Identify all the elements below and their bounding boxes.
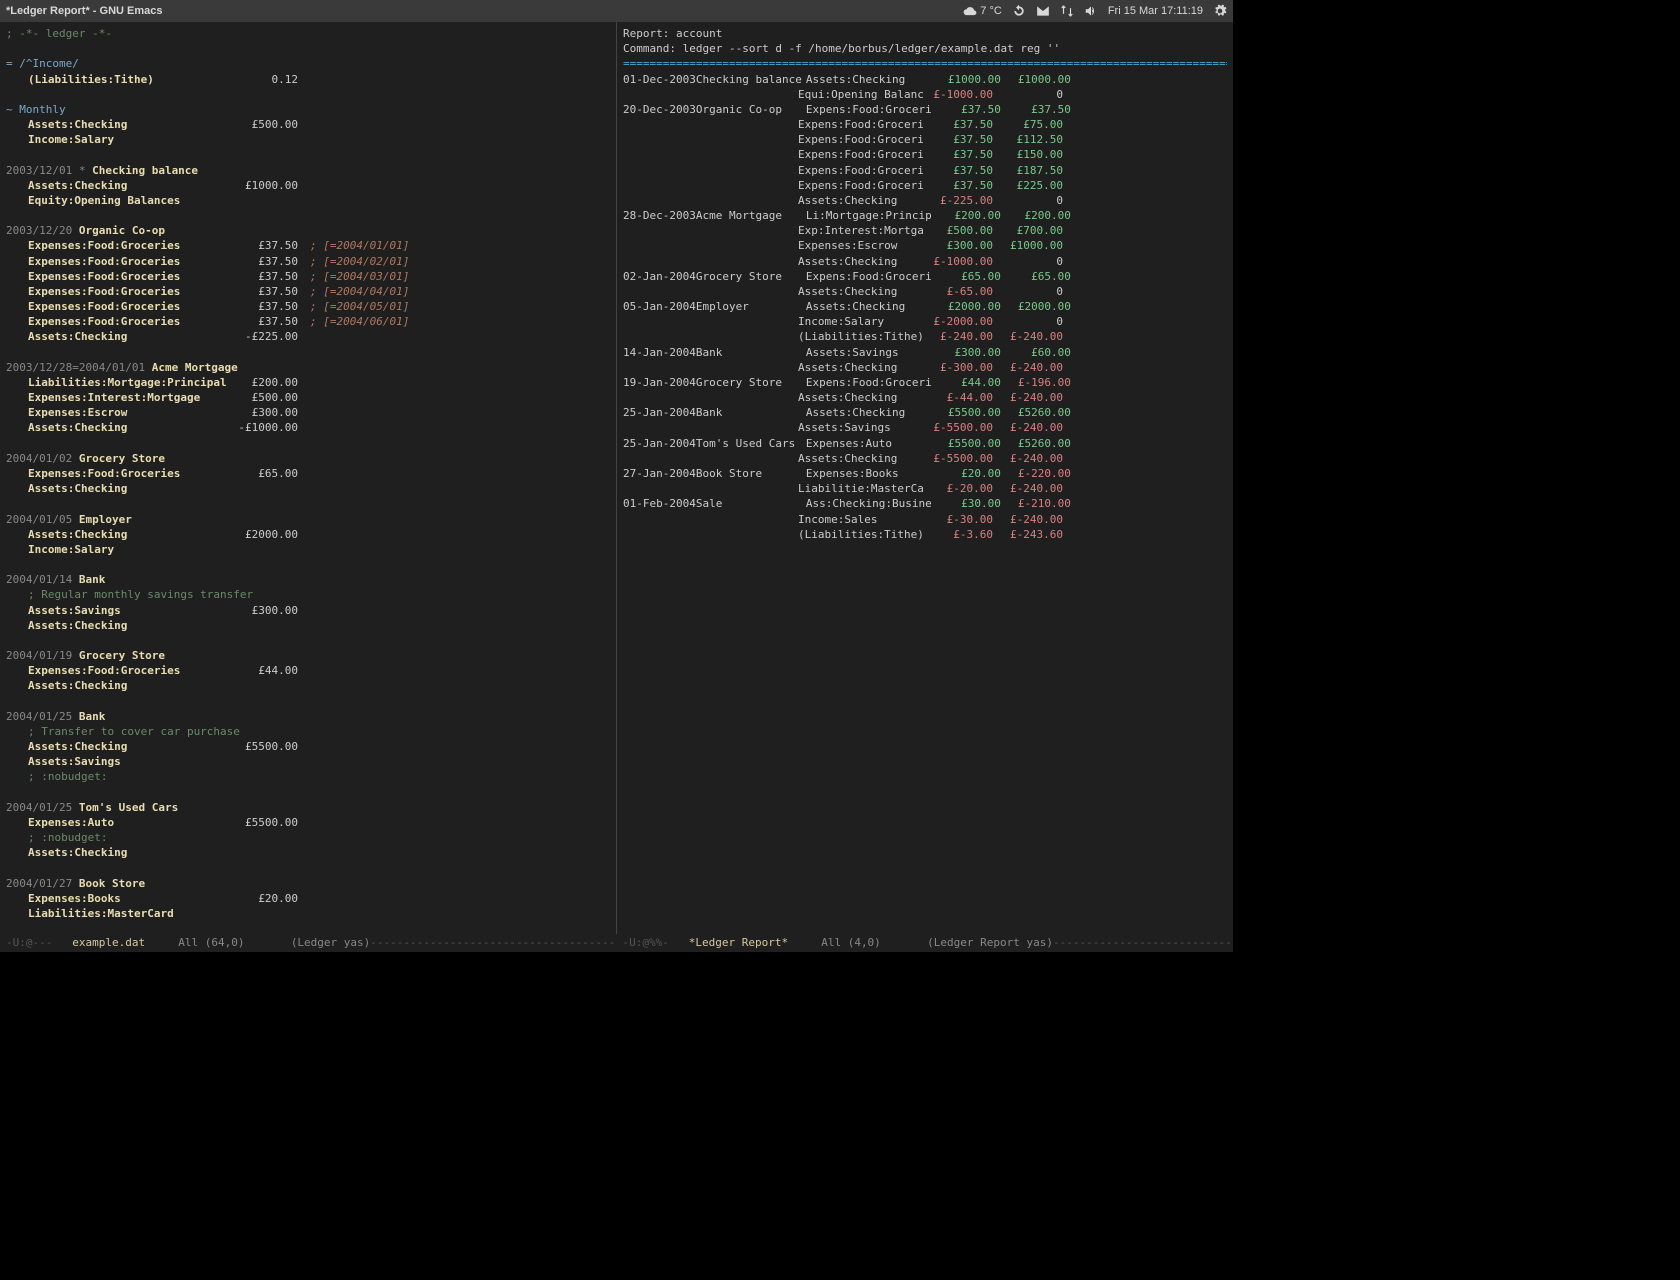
report-separator: ========================================… xyxy=(623,56,1227,71)
report-row: Assets:Checking£-225.000 xyxy=(623,193,1227,208)
titlebar: *Ledger Report* - GNU Emacs 7 °C Fri 15 … xyxy=(0,0,1233,22)
txn-header: 2004/01/25 Tom's Used Cars xyxy=(6,800,610,815)
weather-text: 7 °C xyxy=(980,5,1002,17)
report-row: Exp:Interest:Mortgage£500.00£700.00 xyxy=(623,223,1227,238)
report-row: 20-Dec-2003Organic Co-opExpens:Food:Groc… xyxy=(623,102,1227,117)
txn-header: 2004/01/14 Bank xyxy=(6,572,610,587)
report-row: 19-Jan-2004Grocery StoreExpens:Food:Groc… xyxy=(623,375,1227,390)
report-row: (Liabilities:Tithe)£-240.00£-240.00 xyxy=(623,329,1227,344)
report-row: 05-Jan-2004EmployerAssets:Checking£2000.… xyxy=(623,299,1227,314)
report-row: Equi:Opening Balances£-1000.000 xyxy=(623,87,1227,102)
report-row: Expens:Food:Groceries£37.50£75.00 xyxy=(623,117,1227,132)
report-row: Assets:Savings£-5500.00£-240.00 xyxy=(623,420,1227,435)
report-row: Expenses:Escrow£300.00£1000.00 xyxy=(623,238,1227,253)
ledger-source-buffer[interactable]: ; -*- ledger -*- = /^Income/(Liabilities… xyxy=(0,22,617,934)
mail-icon[interactable] xyxy=(1036,4,1050,18)
modeline: -U:@--- example.dat All (64,0) (Ledger y… xyxy=(0,934,1233,952)
report-row: 14-Jan-2004BankAssets:Savings£300.00£60.… xyxy=(623,345,1227,360)
report-command: Command: ledger --sort d -f /home/borbus… xyxy=(623,41,1227,56)
txn-header: 2003/12/01 * Checking balance xyxy=(6,163,610,178)
report-row: Assets:Checking£-1000.000 xyxy=(623,254,1227,269)
report-row: (Liabilities:Tithe)£-3.60£-243.60 xyxy=(623,527,1227,542)
window-title: *Ledger Report* - GNU Emacs xyxy=(6,5,162,17)
weather-indicator[interactable]: 7 °C xyxy=(963,4,1002,18)
settings-icon[interactable] xyxy=(1213,4,1227,18)
report-row: Liabilitie:MasterCard£-20.00£-240.00 xyxy=(623,481,1227,496)
system-tray: 7 °C Fri 15 Mar 17:11:19 xyxy=(963,4,1227,18)
report-title: Report: account xyxy=(623,26,1227,41)
volume-icon[interactable] xyxy=(1084,4,1098,18)
txn-header: 2004/01/25 Bank xyxy=(6,709,610,724)
report-row: Assets:Checking£-5500.00£-240.00 xyxy=(623,451,1227,466)
report-row: 25-Jan-2004Tom's Used CarsExpenses:Auto£… xyxy=(623,436,1227,451)
report-row: Income:Salary£-2000.000 xyxy=(623,314,1227,329)
cloud-icon xyxy=(963,4,977,18)
report-row: Assets:Checking£-44.00£-240.00 xyxy=(623,390,1227,405)
refresh-icon[interactable] xyxy=(1012,4,1026,18)
clock[interactable]: Fri 15 Mar 17:11:19 xyxy=(1108,5,1203,17)
modeline-right: -U:@%%- *Ledger Report* All (4,0) (Ledge… xyxy=(617,934,1234,952)
file-header-comment: ; -*- ledger -*- xyxy=(6,26,610,41)
txn-header: 2004/01/05 Employer xyxy=(6,512,610,527)
txn-header: 2003/12/20 Organic Co-op xyxy=(6,223,610,238)
report-row: Income:Sales£-30.00£-240.00 xyxy=(623,512,1227,527)
report-row: 01-Dec-2003Checking balanceAssets:Checki… xyxy=(623,72,1227,87)
txn-header: 2004/01/19 Grocery Store xyxy=(6,648,610,663)
modeline-left: -U:@--- example.dat All (64,0) (Ledger y… xyxy=(0,934,617,952)
txn-header: 2003/12/28=2004/01/01 Acme Mortgage xyxy=(6,360,610,375)
report-row: 25-Jan-2004BankAssets:Checking£5500.00£5… xyxy=(623,405,1227,420)
report-row: Expens:Food:Groceries£37.50£187.50 xyxy=(623,163,1227,178)
ledger-report-buffer[interactable]: Report: accountCommand: ledger --sort d … xyxy=(617,22,1233,934)
txn-header: 2004/01/27 Book Store xyxy=(6,876,610,891)
report-row: 01-Feb-2004SaleAss:Checking:Business£30.… xyxy=(623,496,1227,511)
report-row: Expens:Food:Groceries£37.50£150.00 xyxy=(623,147,1227,162)
report-row: Assets:Checking£-65.000 xyxy=(623,284,1227,299)
report-row: 27-Jan-2004Book StoreExpenses:Books£20.0… xyxy=(623,466,1227,481)
report-row: 02-Jan-2004Grocery StoreExpens:Food:Groc… xyxy=(623,269,1227,284)
report-row: Expens:Food:Groceries£37.50£112.50 xyxy=(623,132,1227,147)
editor-workspace: ; -*- ledger -*- = /^Income/(Liabilities… xyxy=(0,22,1233,934)
report-row: 28-Dec-2003Acme MortgageLi:Mortgage:Prin… xyxy=(623,208,1227,223)
txn-header: 2004/01/02 Grocery Store xyxy=(6,451,610,466)
report-row: Assets:Checking£-300.00£-240.00 xyxy=(623,360,1227,375)
network-icon[interactable] xyxy=(1060,4,1074,18)
report-row: Expens:Food:Groceries£37.50£225.00 xyxy=(623,178,1227,193)
